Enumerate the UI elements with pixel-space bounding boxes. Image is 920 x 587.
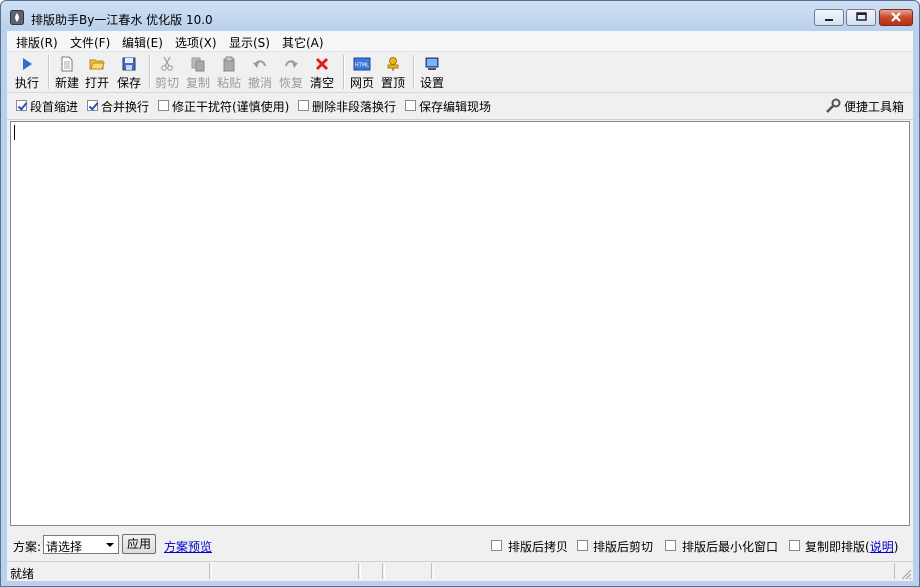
close-icon	[891, 12, 901, 22]
menu-display[interactable]: 显示(S)	[229, 34, 270, 51]
scheme-preview-link[interactable]: 方案预览	[164, 538, 212, 555]
copy-after-label: 排版后拷贝	[508, 540, 569, 554]
clear-button[interactable]: 清空	[307, 54, 337, 90]
cut-after-checkbox[interactable]	[577, 540, 588, 551]
menu-options[interactable]: 选项(X)	[175, 34, 217, 51]
scheme-bar: 方案: 请选择 应用 方案预览 排版后拷贝 排版后剪切 排版后最小化窗口 复制即…	[7, 529, 913, 559]
close-button[interactable]	[879, 9, 913, 26]
save-state-label: 保存编辑现场	[419, 100, 492, 114]
delete-breaks-label: 删除非段落换行	[312, 100, 397, 114]
play-icon	[23, 58, 32, 70]
indent-checkbox[interactable]	[16, 100, 27, 111]
status-cell	[433, 563, 895, 579]
menu-bar: 排版(R) 文件(F) 编辑(E) 选项(X) 显示(S) 其它(A)	[7, 31, 913, 52]
options-bar: 段首缩进 合并换行 修正干扰符(谨慎使用) 删除非段落换行 保存编辑现场 便捷工…	[7, 93, 913, 120]
maximize-icon	[856, 12, 867, 21]
window-title: 排版助手By一江春水 优化版 10.0	[31, 13, 213, 27]
pin-top-button[interactable]: 置顶	[378, 54, 408, 90]
help-link[interactable]: 说明	[870, 540, 894, 554]
clear-x-icon	[315, 57, 329, 71]
menu-file[interactable]: 文件(F)	[70, 34, 110, 51]
toolbar: 执行 新建 打开 保存 剪切 复制 粘贴 撤消 恢复 清空 HTML 网页 置顶…	[7, 52, 913, 93]
menu-format[interactable]: 排版(R)	[16, 34, 58, 51]
menu-edit[interactable]: 编辑(E)	[122, 34, 163, 51]
cut-after-label: 排版后剪切	[593, 540, 654, 554]
text-caret	[14, 125, 15, 140]
status-ready: 就绪	[10, 567, 35, 581]
floppy-disk-icon	[122, 57, 136, 71]
delete-breaks-checkbox[interactable]	[298, 100, 309, 111]
html-page-icon: HTML	[353, 57, 371, 71]
merge-lines-label: 合并换行	[101, 100, 150, 114]
execute-button[interactable]: 执行	[12, 54, 42, 90]
save-button[interactable]: 保存	[114, 54, 144, 90]
scissors-icon	[161, 56, 173, 71]
text-editor[interactable]	[10, 121, 910, 526]
pin-icon	[387, 57, 399, 71]
new-file-icon	[61, 56, 73, 72]
indent-label: 段首缩进	[30, 100, 79, 114]
minimize-after-label: 排版后最小化窗口	[682, 540, 779, 554]
save-state-checkbox[interactable]	[405, 100, 416, 111]
status-cell	[384, 563, 432, 579]
wrench-icon	[826, 98, 841, 113]
chevron-down-icon	[106, 543, 114, 547]
status-cell	[360, 563, 383, 579]
monitor-settings-icon	[425, 57, 439, 70]
copy-then-format-checkbox[interactable]	[789, 540, 800, 551]
status-bar: 就绪	[7, 561, 913, 581]
scheme-label: 方案:	[13, 540, 42, 554]
status-cell-main: 就绪	[7, 563, 210, 581]
fix-interference-checkbox[interactable]	[158, 100, 169, 111]
client-area: 排版(R) 文件(F) 编辑(E) 选项(X) 显示(S) 其它(A) 执行 新…	[7, 31, 913, 581]
scheme-select[interactable]: 请选择	[43, 535, 119, 554]
resize-grip-icon[interactable]	[900, 568, 912, 580]
apply-button[interactable]: 应用	[122, 534, 156, 554]
menu-other[interactable]: 其它(A)	[282, 34, 324, 51]
minimize-button[interactable]	[814, 9, 844, 26]
copy-icon	[191, 57, 205, 72]
maximize-button[interactable]	[846, 9, 876, 26]
fix-interference-label: 修正干扰符(谨慎使用)	[172, 100, 290, 114]
title-bar[interactable]: 排版助手By一江春水 优化版 10.0	[1, 1, 919, 31]
paste-icon	[223, 56, 235, 72]
svg-text:HTML: HTML	[355, 63, 369, 69]
folder-open-icon	[89, 59, 105, 70]
minimize-icon	[825, 19, 833, 21]
redo-icon	[285, 60, 298, 68]
main-window: 排版助手By一江春水 优化版 10.0 排版(R) 文件(F) 编辑(E) 选项…	[0, 0, 920, 587]
copy-after-checkbox[interactable]	[491, 540, 502, 551]
copy-then-format-label: 复制即排版(说明)	[805, 540, 899, 554]
settings-button[interactable]: 设置	[417, 54, 447, 90]
app-icon	[10, 10, 24, 25]
undo-icon	[253, 60, 266, 68]
merge-lines-checkbox[interactable]	[87, 100, 98, 111]
minimize-after-checkbox[interactable]	[665, 540, 676, 551]
status-cell	[211, 563, 359, 579]
